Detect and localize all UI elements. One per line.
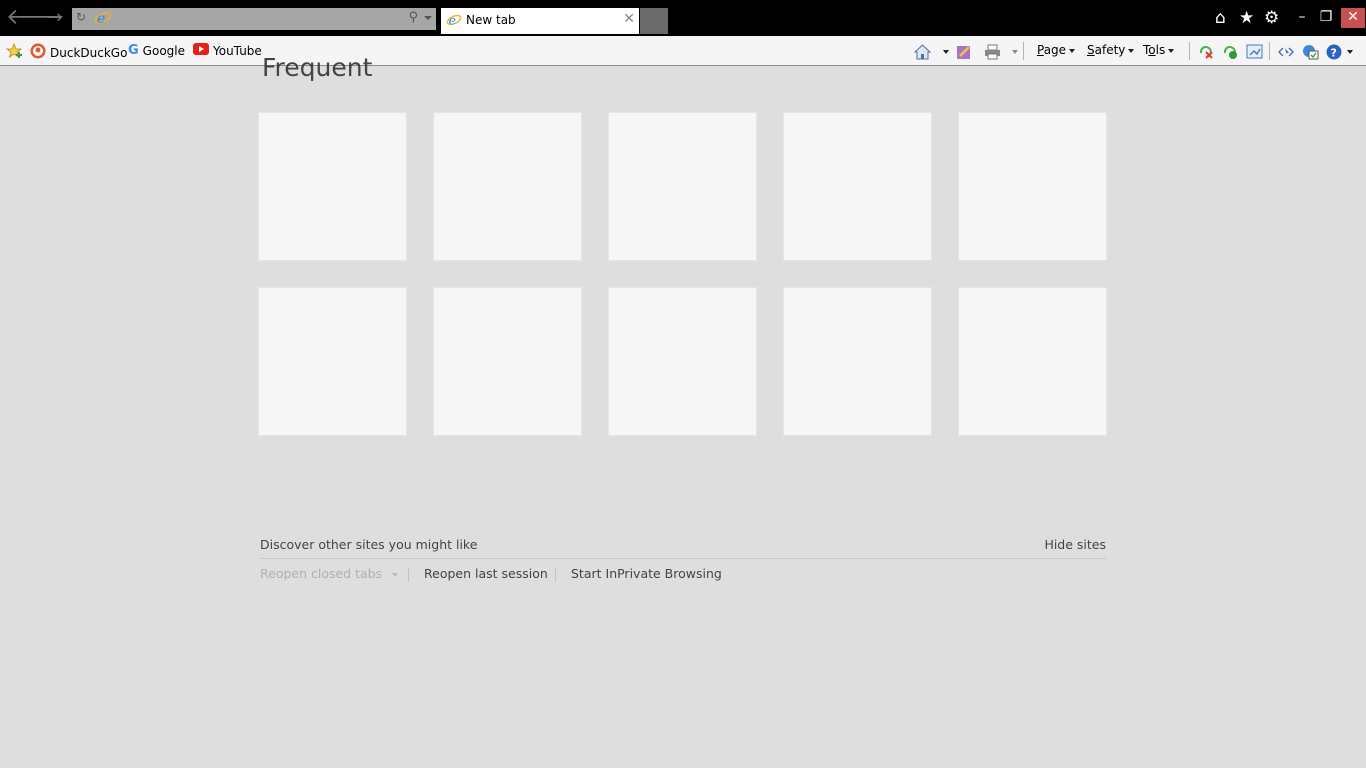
frequent-site-tile[interactable]	[958, 112, 1107, 261]
print-icon[interactable]	[984, 44, 1000, 60]
back-button[interactable]: 🡐	[6, 6, 65, 32]
arrow-right-icon: →	[47, 7, 63, 28]
divider	[555, 568, 556, 582]
gear-icon[interactable]: ⚙	[1264, 8, 1279, 28]
favorite-youtube[interactable]: YouTube	[193, 43, 262, 58]
favorite-google[interactable]: G Google	[128, 43, 185, 58]
chevron-down-icon	[1128, 48, 1135, 53]
favorite-label: DuckDuckGo	[50, 45, 128, 60]
help-dropdown-icon[interactable]	[1347, 50, 1353, 54]
refresh-icon[interactable]: ↻	[76, 10, 86, 24]
safety-menu[interactable]: Safety	[1087, 43, 1135, 57]
tab-new-tab[interactable]: e New tab ✕	[441, 8, 639, 34]
home-dropdown-icon[interactable]	[943, 50, 949, 54]
print-dropdown-icon[interactable]	[1012, 50, 1018, 54]
favorite-label: YouTube	[213, 43, 262, 58]
page-title: Frequent	[262, 53, 373, 82]
home-icon[interactable]: ⌂	[1215, 8, 1226, 28]
frequent-site-tile[interactable]	[608, 287, 757, 436]
frequent-site-tile[interactable]	[258, 287, 407, 436]
start-inprivate-link[interactable]: Start InPrivate Browsing	[571, 566, 722, 581]
page-menu[interactable]: Page	[1037, 43, 1076, 57]
reopen-closed-tabs-button[interactable]: Reopen closed tabs	[260, 566, 399, 581]
new-tab-button[interactable]	[640, 8, 668, 34]
ie-logo-icon: e	[446, 12, 462, 32]
google-icon: G	[128, 43, 139, 58]
blocked-icon[interactable]	[1198, 44, 1214, 60]
forward-button[interactable]: →	[42, 6, 68, 32]
home-icon[interactable]	[913, 44, 932, 60]
favorite-label: Google	[142, 43, 185, 58]
address-bar[interactable]: ↻ e ⚲	[72, 8, 436, 30]
tools-menu[interactable]: Tols	[1143, 43, 1175, 57]
favorites-bar: DuckDuckGo G Google YouTube Page Safety …	[0, 36, 1366, 66]
svg-text:?: ?	[1331, 47, 1337, 60]
reopen-last-session-link[interactable]: Reopen last session	[424, 566, 548, 581]
frequent-site-tile[interactable]	[783, 112, 932, 261]
frequent-site-tile[interactable]	[608, 112, 757, 261]
search-icon[interactable]: ⚲	[408, 10, 418, 25]
frequent-site-tile[interactable]	[258, 112, 407, 261]
youtube-icon	[193, 43, 209, 58]
tab-close-icon[interactable]: ✕	[623, 11, 635, 27]
hide-sites-link[interactable]: Hide sites	[1044, 537, 1106, 552]
close-window-button[interactable]: ✕	[1341, 8, 1365, 28]
divider	[1269, 42, 1270, 60]
svg-text:e: e	[449, 12, 456, 27]
tab-title: New tab	[466, 13, 516, 27]
restore-button[interactable]: ❐	[1317, 8, 1335, 28]
divider	[1023, 42, 1024, 60]
svg-text:e: e	[97, 11, 105, 27]
web-slice-icon[interactable]	[1246, 44, 1263, 60]
frequent-site-tile[interactable]	[433, 287, 582, 436]
discover-sites-link[interactable]: Discover other sites you might like	[260, 537, 477, 552]
chevron-down-icon	[1168, 48, 1175, 53]
favorites-add-icon[interactable]	[5, 42, 23, 59]
frequent-site-tile[interactable]	[433, 112, 582, 261]
compat-view-icon[interactable]	[1222, 44, 1238, 60]
developer-tools-icon[interactable]	[1278, 44, 1294, 60]
update-icon[interactable]	[1302, 44, 1319, 60]
divider	[260, 558, 1106, 559]
chevron-down-icon	[392, 572, 399, 577]
minimize-button[interactable]: –	[1293, 8, 1311, 28]
star-icon[interactable]: ★	[1239, 8, 1254, 28]
frequent-site-tile[interactable]	[958, 287, 1107, 436]
frequent-site-tile[interactable]	[783, 287, 932, 436]
divider	[1189, 42, 1190, 60]
help-icon[interactable]: ?	[1326, 44, 1342, 60]
title-bar: 🡐 → ↻ e ⚲ e New tab ✕ ⌂ ★ ⚙ – ❐ ✕	[0, 0, 1366, 36]
duckduckgo-icon	[30, 43, 46, 62]
feeds-edit-icon[interactable]	[956, 44, 972, 60]
chevron-down-icon	[1069, 48, 1076, 53]
new-tab-page: Frequent Discover other sites you might …	[0, 53, 1366, 767]
address-dropdown-icon[interactable]	[424, 16, 432, 20]
divider	[408, 568, 409, 582]
ie-logo-icon: e	[94, 9, 112, 31]
favorite-duckduckgo[interactable]: DuckDuckGo	[30, 43, 127, 62]
